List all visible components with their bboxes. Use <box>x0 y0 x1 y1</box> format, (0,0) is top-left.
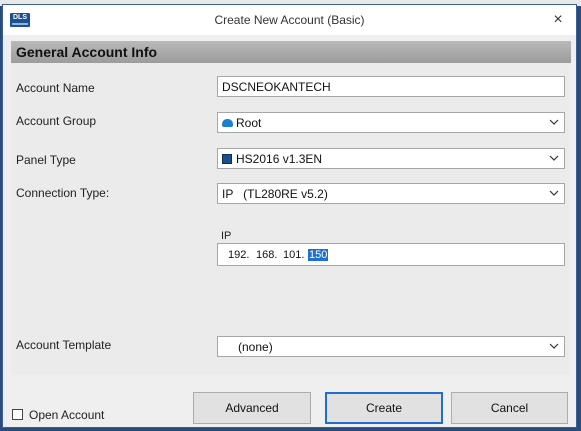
account-template-select[interactable]: (none) <box>217 336 565 357</box>
panel-type-value: HS2016 v1.3EN <box>236 152 323 166</box>
connection-type-select[interactable]: IP (TL280RE v5.2) <box>217 183 565 204</box>
ip-octet-3[interactable]: 101. <box>283 249 304 261</box>
panel-icon <box>222 154 232 164</box>
ip-label: IP <box>221 230 232 242</box>
account-group-label: Account Group <box>16 114 97 128</box>
account-group-select[interactable]: Root <box>217 112 565 133</box>
account-name-value: DSCNEOKANTECH <box>222 80 331 94</box>
account-name-input[interactable]: DSCNEOKANTECH <box>217 76 565 97</box>
section-header: General Account Info <box>11 41 571 63</box>
panel-type-select[interactable]: HS2016 v1.3EN <box>217 148 565 169</box>
connection-type-label: Connection Type: <box>16 186 110 200</box>
create-button[interactable]: Create <box>325 392 443 424</box>
connection-type-value: IP (TL280RE v5.2) <box>222 187 328 201</box>
close-button[interactable]: × <box>550 12 566 28</box>
open-account-label: Open Account <box>29 408 105 422</box>
advanced-button[interactable]: Advanced <box>193 392 311 424</box>
chevron-down-icon <box>549 119 559 125</box>
ip-octet-4[interactable]: 150 <box>308 249 329 261</box>
account-name-label: Account Name <box>16 81 95 95</box>
section-header-label: General Account Info <box>16 44 158 60</box>
window-title: Create New Account (Basic) <box>214 13 365 27</box>
ip-octet-1[interactable]: 192. <box>228 249 249 261</box>
title-bar: DLS Create New Account (Basic) × <box>3 5 576 35</box>
account-template-value: (none) <box>238 340 273 354</box>
chevron-down-icon <box>549 343 559 349</box>
chevron-down-icon <box>549 190 559 196</box>
ip-octet-2[interactable]: 168. <box>256 249 277 261</box>
open-account-checkbox[interactable] <box>12 409 23 420</box>
account-template-label: Account Template <box>16 338 112 352</box>
create-account-dialog: DLS Create New Account (Basic) × General… <box>2 4 577 428</box>
cancel-button[interactable]: Cancel <box>451 392 568 424</box>
account-group-value: Root <box>236 116 262 130</box>
panel-type-label: Panel Type <box>16 153 76 167</box>
form-area <box>11 63 571 375</box>
root-folder-icon <box>222 119 233 127</box>
chevron-down-icon <box>549 155 559 161</box>
ip-address-input[interactable]: 192. 168. 101. 150 <box>217 243 565 266</box>
